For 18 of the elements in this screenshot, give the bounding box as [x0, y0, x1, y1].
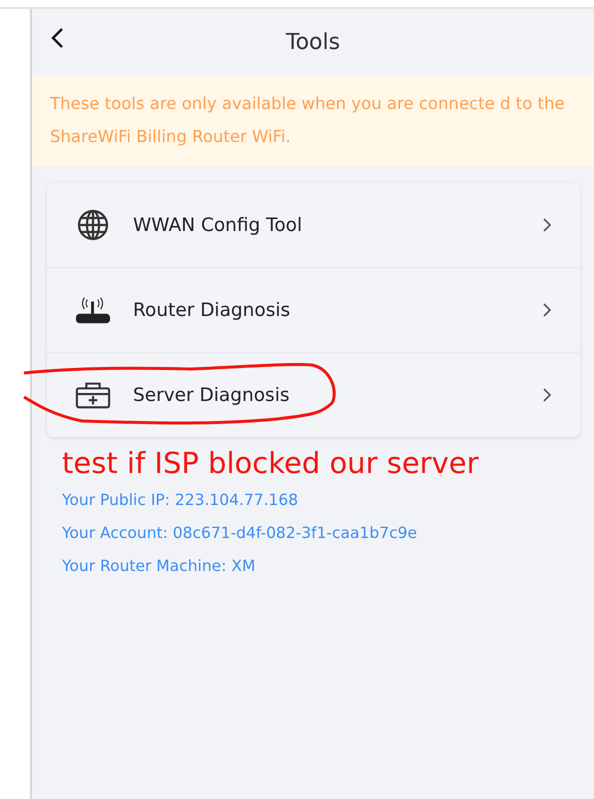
- info-text: Your Public IP: 223.104.77.168: [62, 490, 300, 511]
- info-text: Your Account: 08c671-d4f-082-3f1-caa1b7c9e: [62, 523, 418, 544]
- tool-item[interactable]: Router Diagnosis: [47, 267, 580, 352]
- tool-label: Router Diagnosis: [133, 300, 292, 320]
- notice-text: These tools are only available when you are connecte d to the ShareWiFi Billing Router WiFi.: [32, 75, 594, 166]
- tool-item[interactable]: Server Diagnosis: [47, 352, 580, 437]
- annotation-text: test if ISP blocked our server: [62, 445, 479, 481]
- tool-item[interactable]: WWAN Config Tool: [47, 183, 580, 267]
- tool-label: Server Diagnosis: [133, 384, 290, 406]
- page-title: Tools: [286, 30, 340, 54]
- chevron-icon: [542, 387, 552, 403]
- tool-label: WWAN Config Tool: [133, 214, 304, 236]
- router-icon: [75, 295, 111, 325]
- globe-icon: [77, 209, 109, 241]
- info-text: Your Router Machine: XM: [62, 556, 256, 577]
- toolbox-icon: [75, 380, 111, 410]
- chevron-icon: [542, 302, 552, 318]
- chevron-icon: [542, 217, 552, 233]
